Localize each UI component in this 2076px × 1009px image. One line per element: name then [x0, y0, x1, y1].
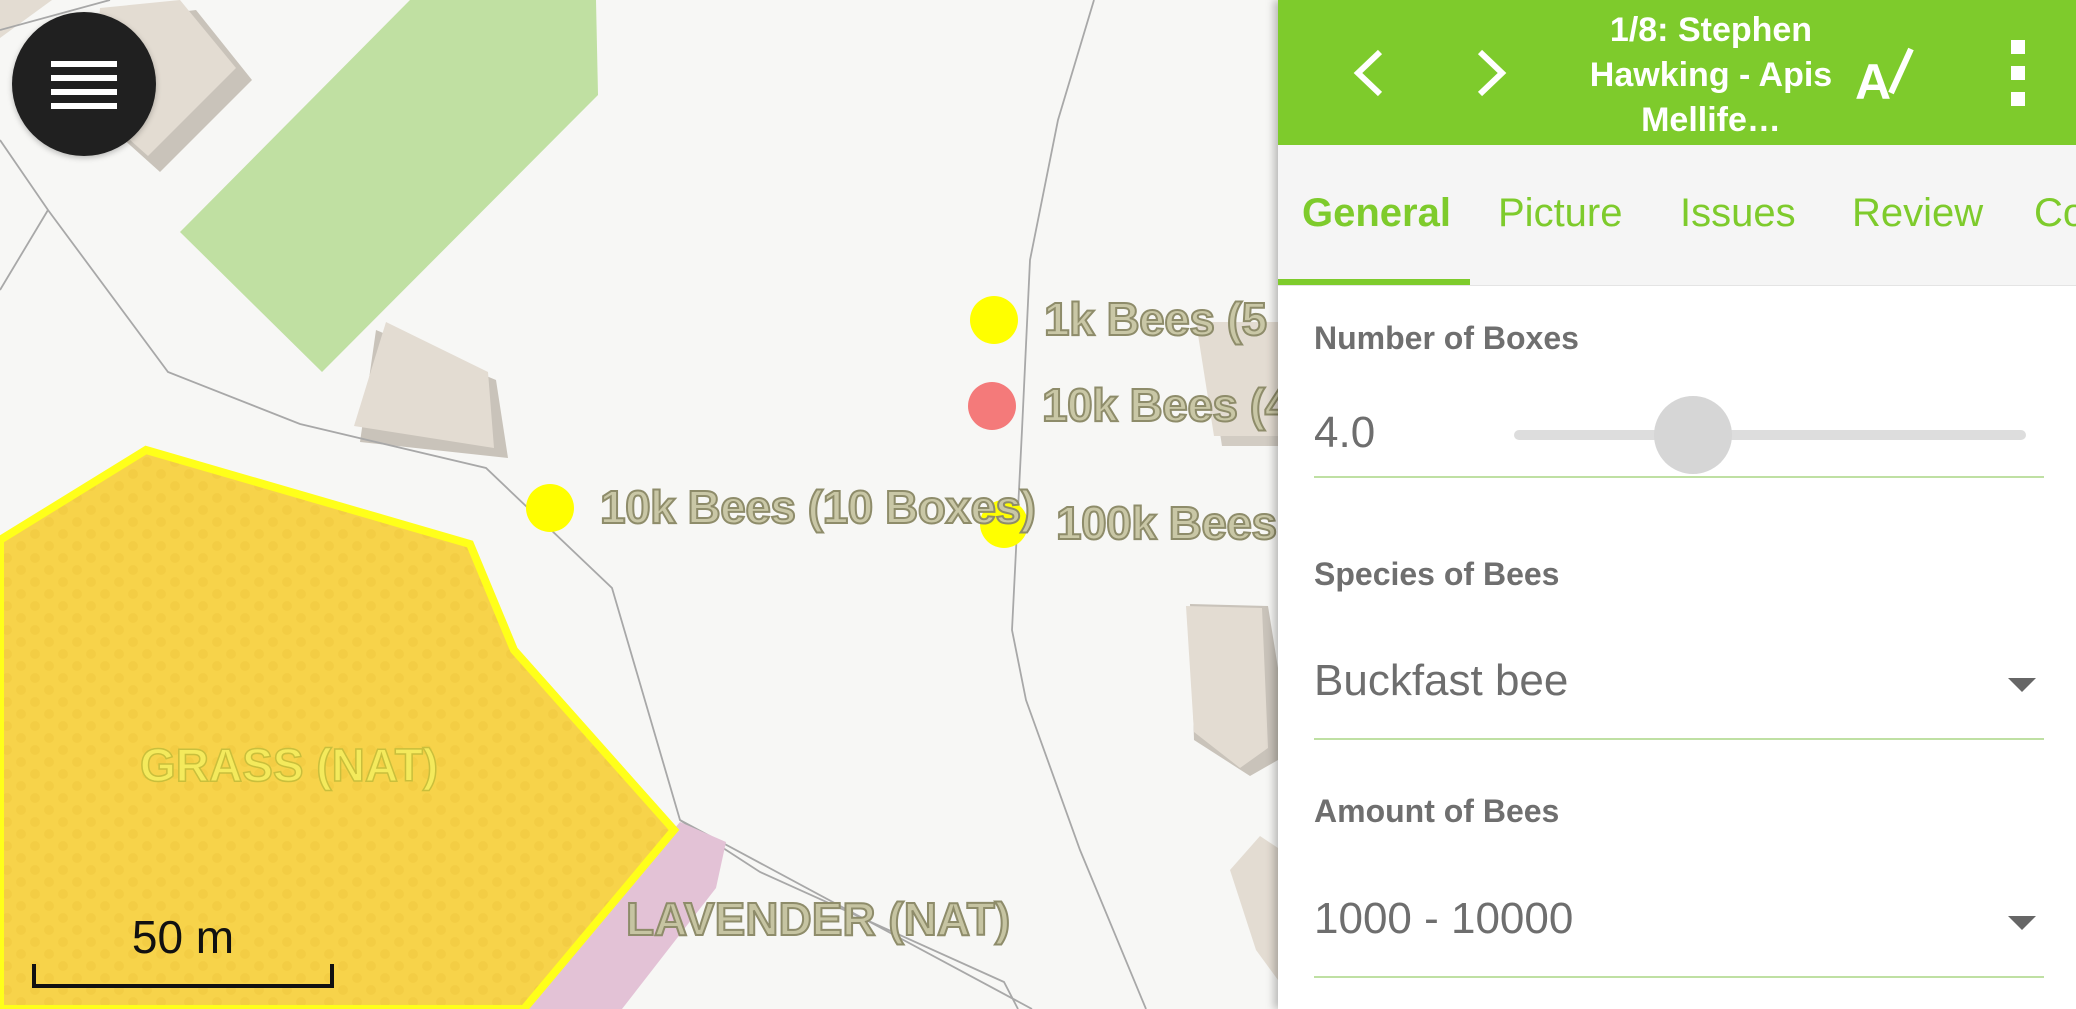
boxes-label: Number of Boxes [1314, 320, 1579, 356]
map-view[interactable]: 1k Bees (5 10k Bees (4 10k Bees (10 Boxe… [0, 0, 1278, 1009]
hive-label-100k[interactable]: 100k Bees [1055, 496, 1278, 550]
tab-comments[interactable]: Co [2034, 145, 2076, 285]
lavender-area-label: LAVENDER (NAT) [625, 892, 1011, 946]
text-edit-icon: A [1855, 47, 1914, 105]
more-options-button[interactable] [1968, 0, 2068, 145]
active-tab-indicator [1278, 279, 1470, 285]
hive-marker-10k-red[interactable] [968, 382, 1016, 430]
svg-text:A: A [1855, 54, 1891, 105]
scale-bar-label: 50 m [131, 911, 235, 963]
feature-title: 1/8: Stephen Hawking - Apis Mellife… [1589, 11, 1833, 139]
species-select[interactable]: Buckfast bee [1314, 626, 2044, 740]
form-tabs: General Picture Issues Review Co [1278, 145, 2076, 286]
amount-select[interactable]: 1000 - 10000 [1314, 864, 2044, 978]
boxes-slider-thumb[interactable] [1654, 396, 1733, 474]
amount-value: 1000 - 10000 [1314, 894, 1574, 943]
building [1230, 836, 1278, 980]
scale-bar: 50 m [32, 900, 334, 988]
building [354, 322, 508, 458]
amount-label: Amount of Bees [1314, 793, 1560, 829]
tab-issues[interactable]: Issues [1680, 145, 1796, 285]
tab-review[interactable]: Review [1852, 145, 1983, 285]
previous-feature-button[interactable] [1318, 0, 1418, 145]
hive-label-10k-left[interactable]: 10k Bees (10 Boxes) [599, 480, 1037, 534]
building [1186, 604, 1278, 776]
scale-bar-line [32, 964, 334, 988]
feature-form-panel: 1/8: Stephen Hawking - Apis Mellife… A G… [1278, 0, 2076, 1009]
species-label: Species of Bees [1314, 556, 1560, 592]
grass-area-label: GRASS (NAT) [139, 738, 439, 792]
more-vert-icon [2011, 39, 2025, 106]
dropdown-arrow-icon [2008, 678, 2036, 692]
park-area [180, 0, 598, 372]
hamburger-menu-icon [51, 61, 117, 109]
tab-general[interactable]: General [1302, 145, 1451, 285]
hive-label-1k[interactable]: 1k Bees (5 [1043, 292, 1268, 346]
hive-marker-10k-left[interactable] [526, 484, 574, 532]
form-toolbar: 1/8: Stephen Hawking - Apis Mellife… A [1278, 0, 2076, 145]
chevron-left-icon [1353, 49, 1383, 96]
species-value: Buckfast bee [1314, 656, 1569, 705]
main-menu-button[interactable] [12, 12, 156, 156]
boxes-field: 4.0 [1314, 392, 2044, 478]
hive-marker-1k[interactable] [970, 296, 1018, 344]
chevron-right-icon [1477, 49, 1507, 96]
edit-attributes-button[interactable]: A [1830, 0, 1940, 145]
tab-picture[interactable]: Picture [1498, 145, 1623, 285]
boxes-value[interactable]: 4.0 [1314, 408, 1375, 458]
dropdown-arrow-icon [2008, 916, 2036, 930]
hive-label-10k-red[interactable]: 10k Bees (4 [1041, 378, 1278, 432]
boxes-slider[interactable] [1514, 396, 2026, 474]
next-feature-button[interactable] [1442, 0, 1542, 145]
